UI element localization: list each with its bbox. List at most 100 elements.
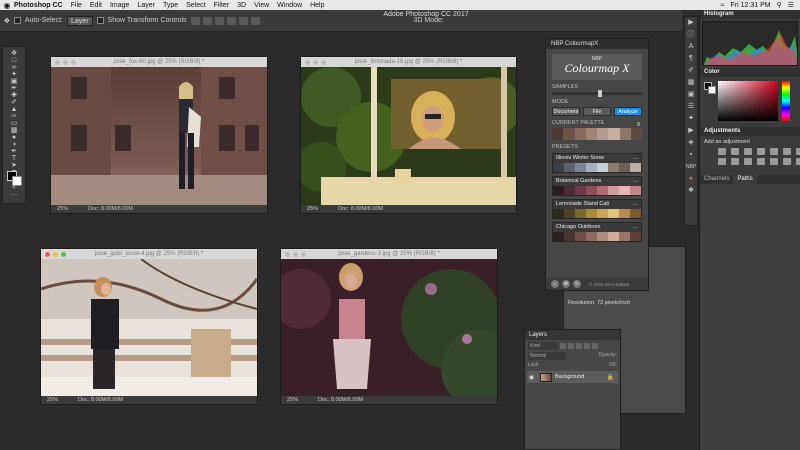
align-icon[interactable] — [250, 16, 260, 25]
vibrance-icon[interactable] — [770, 148, 778, 155]
preset-menu-icon[interactable]: … — [633, 154, 639, 163]
more-tools[interactable]: … — [3, 190, 25, 197]
palette-swatch[interactable] — [563, 128, 575, 140]
path-select-tool[interactable]: ➤ — [3, 162, 25, 169]
align-icon[interactable] — [190, 16, 200, 25]
preset-menu-icon[interactable]: … — [633, 223, 639, 232]
tool-presets-icon[interactable]: ✦ — [685, 113, 697, 125]
minimize-button[interactable] — [53, 252, 58, 257]
mode-analyze-button[interactable]: Analyze — [614, 107, 642, 116]
menu-view[interactable]: View — [254, 2, 269, 9]
background-color-swatch[interactable] — [12, 176, 22, 186]
brightness-icon[interactable] — [718, 148, 726, 155]
filter-adjust-icon[interactable] — [568, 343, 574, 349]
menu-type[interactable]: Type — [163, 2, 178, 9]
curves-icon[interactable] — [744, 148, 752, 155]
document-window[interactable]: josie_limonada-16.jpg @ 25% (RGB/8) * 25… — [300, 56, 517, 214]
stamp-tool[interactable]: ▲ — [3, 106, 25, 113]
document-window[interactable]: josie_fox-60.jpg @ 25% (RGB/8) * 25% Doc… — [50, 56, 268, 214]
document-canvas[interactable] — [41, 259, 257, 398]
menu-layer[interactable]: Layer — [137, 2, 155, 9]
levels-icon[interactable] — [731, 148, 739, 155]
posterize-icon[interactable] — [783, 158, 791, 165]
history-brush-tool[interactable]: ✑ — [3, 113, 25, 120]
apple-icon[interactable]: ◉ — [0, 1, 14, 10]
layer-kind-filter[interactable]: Kind — [528, 342, 558, 350]
adjustments-panel-header[interactable]: Adjustments — [700, 127, 800, 136]
color-lookup-icon[interactable] — [757, 158, 765, 165]
layer-name[interactable]: Background — [555, 374, 604, 380]
exposure-icon[interactable] — [757, 148, 765, 155]
slider-knob[interactable] — [598, 90, 602, 97]
document-titlebar[interactable]: josie_gardens-3.jpg @ 25% (RGB/8) * — [281, 249, 497, 259]
zoom-level[interactable]: 25% — [287, 396, 298, 404]
move-tool[interactable]: ✥ — [3, 50, 25, 57]
hue-slider[interactable] — [782, 81, 790, 121]
channel-mixer-icon[interactable] — [744, 158, 752, 165]
gradient-tool[interactable]: ▩ — [3, 127, 25, 134]
brush-tool[interactable]: ✐ — [3, 99, 25, 106]
clone-source-icon[interactable]: ◈ — [685, 137, 697, 149]
preset-item[interactable]: Botanical Gardens… — [552, 176, 642, 196]
palette-swatch[interactable] — [608, 128, 620, 140]
search-icon[interactable]: ⚲ — [777, 1, 782, 9]
palette-swatch[interactable] — [597, 128, 609, 140]
document-window[interactable]: josie_gardens-3.jpg @ 25% (RGB/8) * 25% … — [280, 248, 498, 405]
color-balance-icon[interactable] — [796, 148, 800, 155]
blur-tool[interactable]: ● — [3, 134, 25, 141]
zoom-level[interactable]: 25% — [47, 396, 58, 404]
actions-icon[interactable]: ▶ — [685, 125, 697, 137]
preset-item[interactable]: Illinois Winter Snow… — [552, 153, 642, 173]
document-titlebar[interactable]: josie_limonada-16.jpg @ 25% (RGB/8) * — [301, 57, 516, 67]
align-icon[interactable] — [226, 16, 236, 25]
zoom-button[interactable] — [61, 252, 66, 257]
history-icon[interactable]: ▶ — [685, 17, 697, 29]
filter-smart-icon[interactable] — [592, 343, 598, 349]
histogram-panel-header[interactable]: Histogram — [700, 10, 800, 19]
menu-help[interactable]: Help — [310, 2, 324, 9]
current-palette[interactable] — [552, 128, 642, 140]
refresh-icon[interactable]: ↻ — [573, 280, 581, 288]
menu-app-name[interactable]: Photoshop CC — [14, 2, 63, 9]
layers-panel-header[interactable]: Layers — [525, 330, 620, 340]
palette-swatch[interactable] — [619, 128, 631, 140]
close-button[interactable] — [285, 252, 290, 257]
marquee-tool[interactable]: □ — [3, 57, 25, 64]
menu-image[interactable]: Image — [110, 2, 129, 9]
mode-file-button[interactable]: File — [583, 107, 611, 116]
move-tool-icon[interactable]: ✥ — [4, 17, 10, 25]
menu-select[interactable]: Select — [186, 2, 205, 9]
align-icon[interactable] — [238, 16, 248, 25]
nbp-icon[interactable]: NBP — [685, 161, 697, 173]
menu-3d[interactable]: 3D — [237, 2, 246, 9]
dodge-tool[interactable]: ◑ — [3, 141, 25, 148]
character-icon[interactable]: A — [685, 41, 697, 53]
eye-icon[interactable]: ◉ — [529, 374, 537, 381]
swatches-icon[interactable]: ▦ — [685, 77, 697, 89]
tab-paths[interactable]: Paths — [733, 175, 757, 184]
close-button[interactable] — [45, 252, 50, 257]
palette-swatch[interactable] — [630, 128, 642, 140]
timeline-icon[interactable]: ▪ — [685, 149, 697, 161]
filter-shape-icon[interactable] — [584, 343, 590, 349]
document-titlebar[interactable]: josie_fox-60.jpg @ 25% (RGB/8) * — [51, 57, 267, 67]
photo-filter-icon[interactable] — [731, 158, 739, 165]
menu-icon[interactable]: ☰ — [788, 1, 794, 9]
transform-controls-checkbox[interactable] — [96, 17, 104, 24]
menu-window[interactable]: Window — [277, 2, 302, 9]
preset-item[interactable]: Lemonade Stand Cali… — [552, 199, 642, 219]
minimize-button[interactable] — [293, 252, 298, 257]
menu-filter[interactable]: Filter — [214, 2, 230, 9]
document-canvas[interactable] — [301, 67, 516, 207]
zoom-level[interactable]: 25% — [57, 205, 68, 213]
gear-icon[interactable]: ⚙ — [562, 280, 570, 288]
color-picker-field[interactable] — [718, 81, 778, 121]
preset-menu-icon[interactable]: … — [633, 200, 639, 209]
align-icon[interactable] — [202, 16, 212, 25]
zoom-level[interactable]: 25% — [307, 205, 318, 213]
eraser-tool[interactable]: ▭ — [3, 120, 25, 127]
mode-document-button[interactable]: Document — [552, 107, 580, 116]
brush-presets-icon[interactable]: ✐ — [685, 65, 697, 77]
auto-select-dropdown[interactable]: Layer — [67, 15, 93, 26]
align-icon[interactable] — [214, 16, 224, 25]
